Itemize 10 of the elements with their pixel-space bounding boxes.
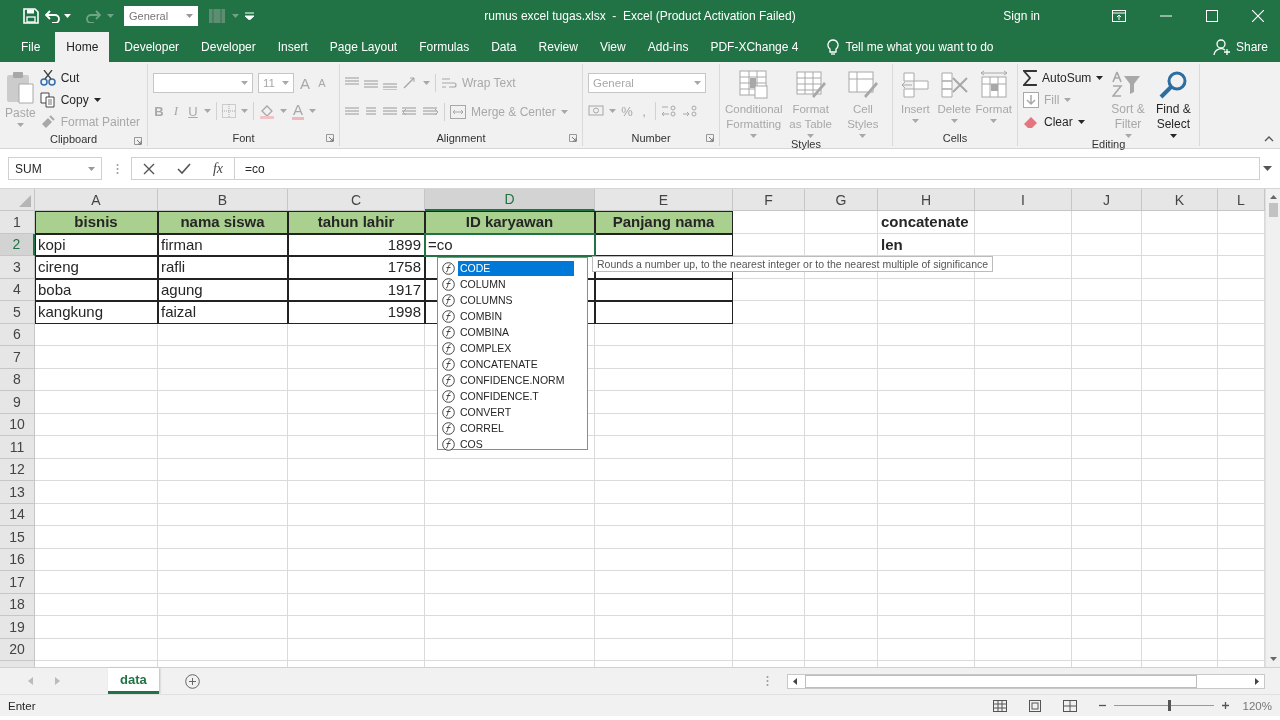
- status-mode: Enter: [8, 699, 36, 712]
- group-label: Cells: [942, 131, 968, 144]
- group-label: Clipboard: [49, 133, 98, 145]
- group-label: Editing: [1091, 138, 1126, 150]
- function-tooltip: Rounds a number up, to the nearest integer or to the nearest multiple of significance: [592, 256, 994, 272]
- group-label: Alignment: [436, 131, 486, 144]
- group-label: Styles: [791, 138, 821, 150]
- window-title: rumus excel tugas.xlsx - Excel (Product Activation Failed): [484, 9, 796, 23]
- group-label: Font: [232, 131, 255, 144]
- group-label: Number: [631, 131, 671, 144]
